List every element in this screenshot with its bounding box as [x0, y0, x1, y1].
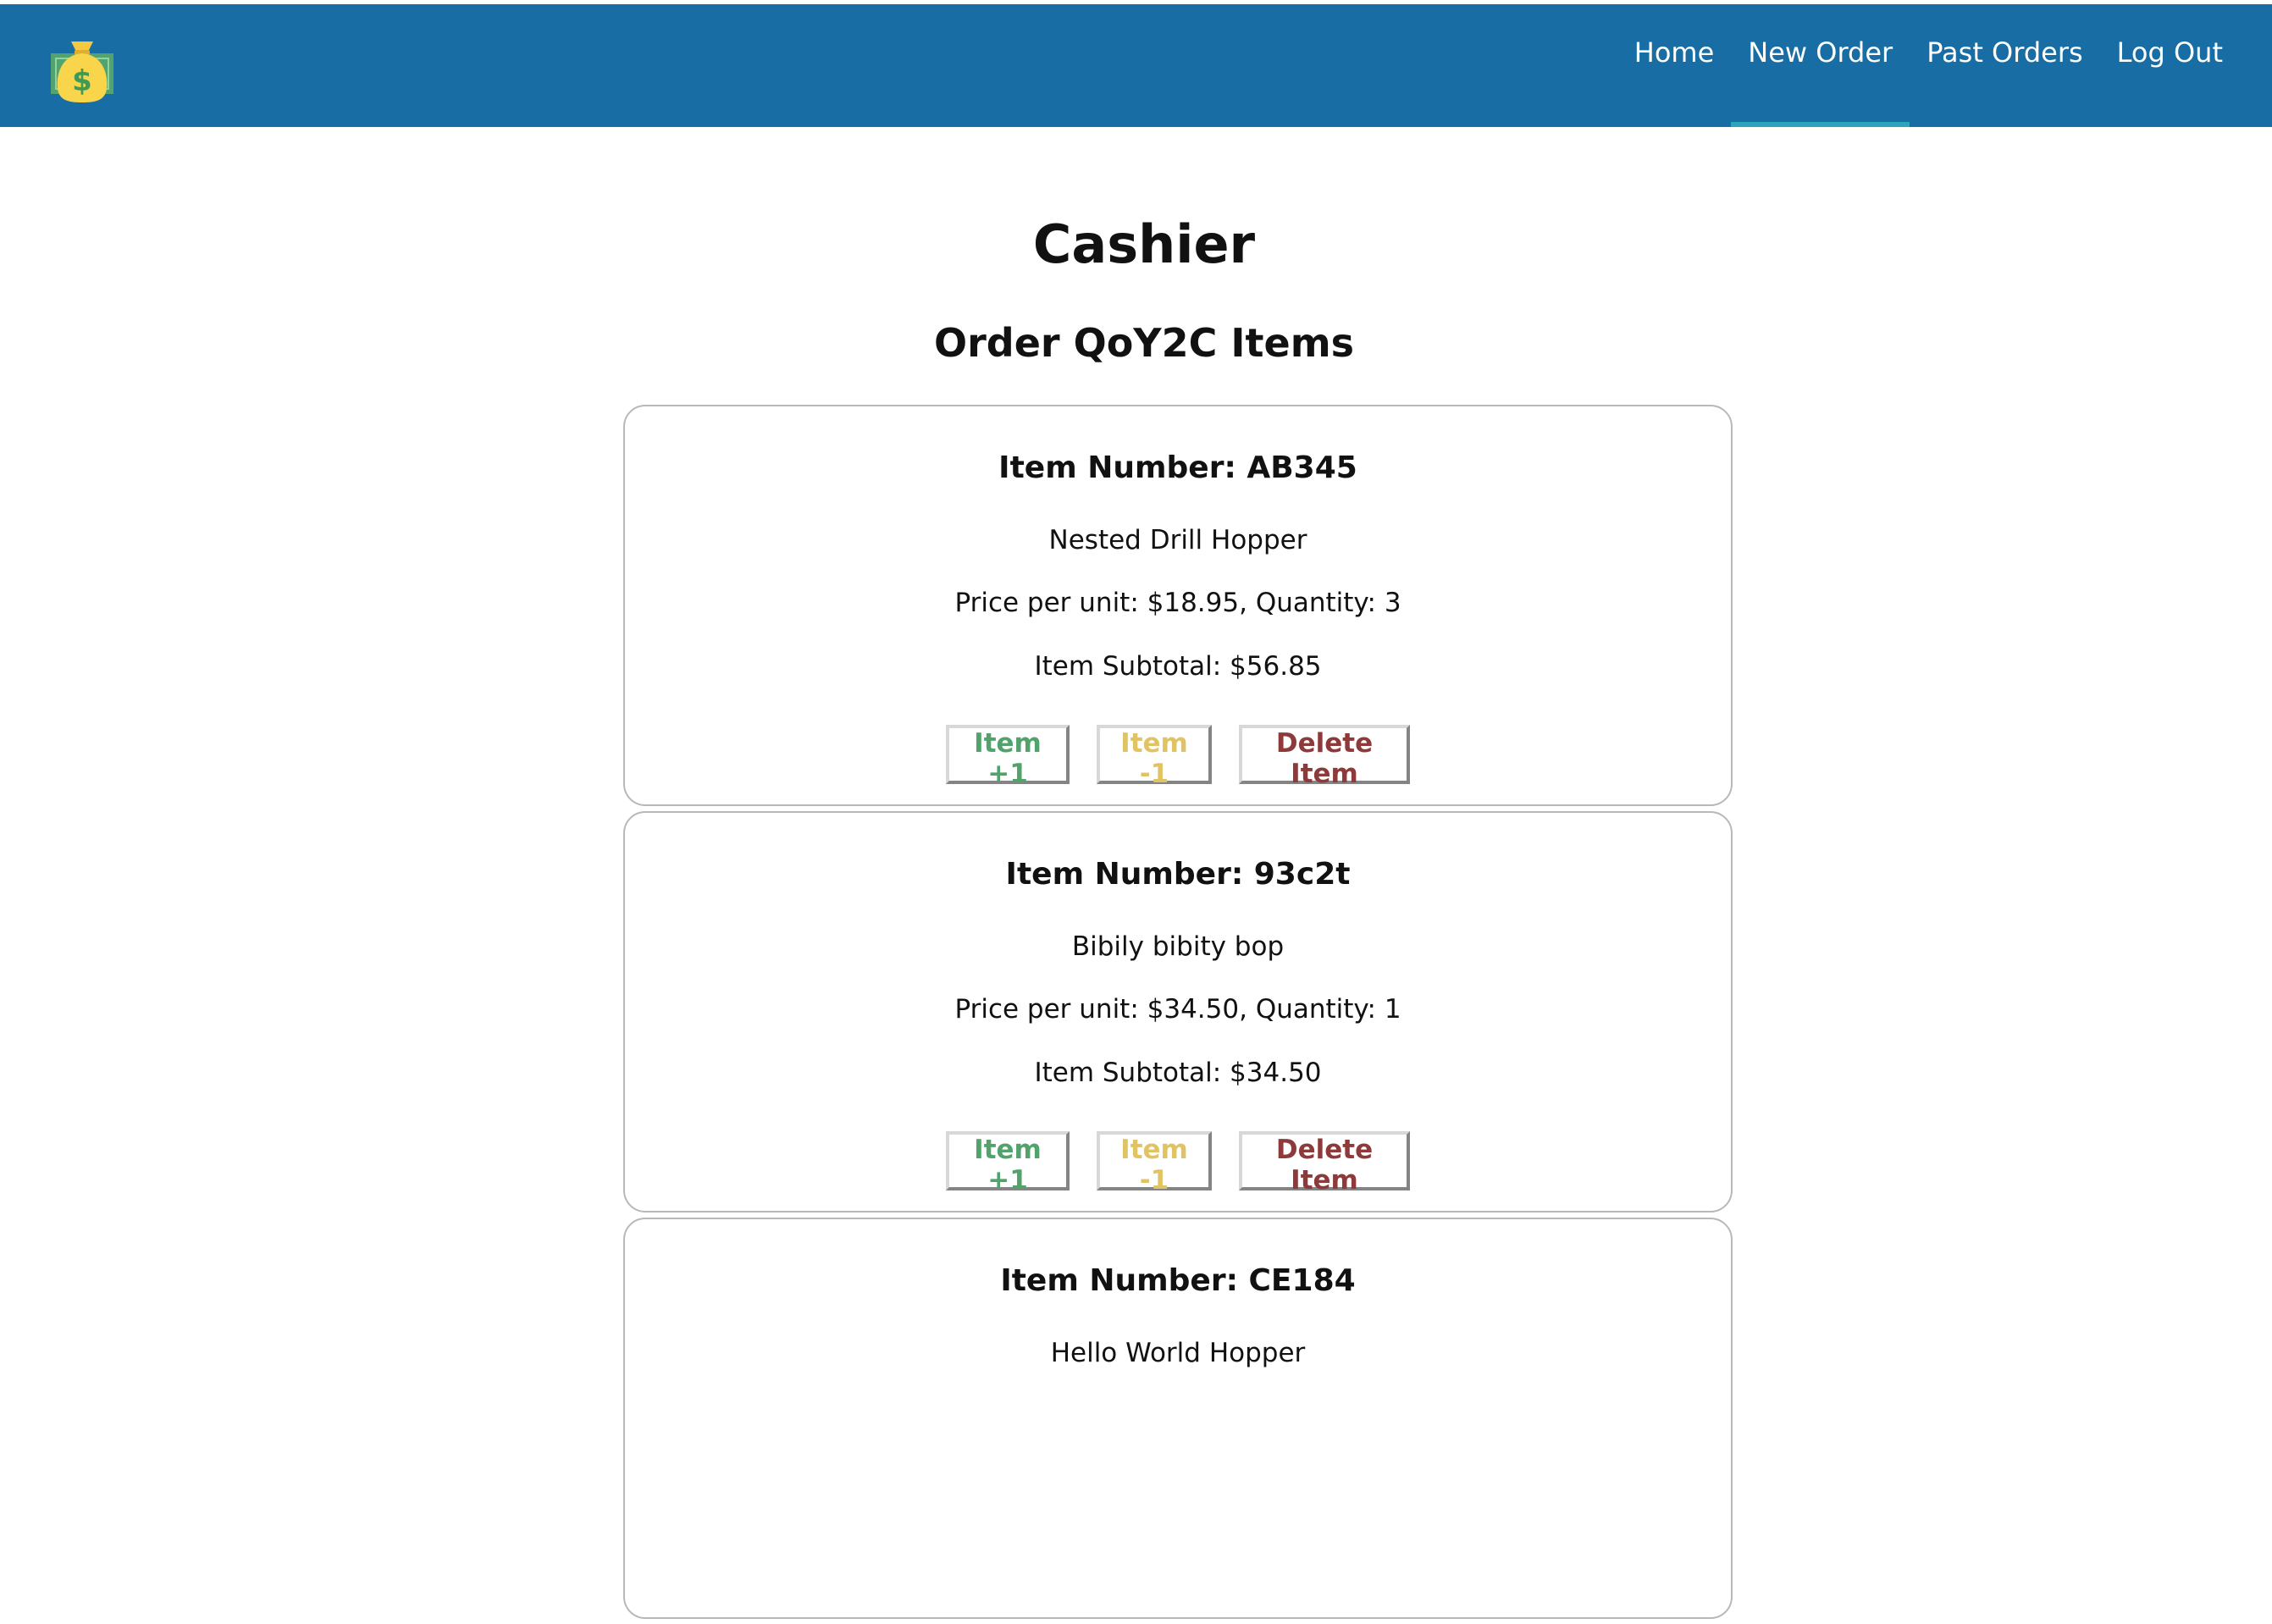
item-card: Item Number: CE184 Hello World Hopper — [623, 1218, 1733, 1619]
item-number: Item Number: 93c2t — [1005, 857, 1351, 892]
item-plus-button[interactable]: Item +1 — [946, 1131, 1070, 1196]
nav-links: Home New Order Past Orders Log Out — [1617, 4, 2240, 127]
item-name: Hello World Hopper — [1050, 1338, 1306, 1368]
item-card: Item Number: AB345 Nested Drill Hopper P… — [623, 405, 1733, 806]
page-title: Cashier — [1032, 213, 1256, 275]
item-subtotal: Item Subtotal: $34.50 — [1034, 1058, 1322, 1088]
item-minus-button[interactable]: Item -1 — [1097, 725, 1212, 789]
item-minus-button[interactable]: Item -1 — [1097, 1131, 1212, 1196]
item-name: Bibily bibity bop — [1071, 931, 1285, 962]
item-name: Nested Drill Hopper — [1048, 525, 1307, 555]
top-navbar: $ Home New Order Past Orders Log Out — [0, 4, 2272, 127]
item-price-quantity: Price per unit: $34.50, Quantity: 1 — [954, 994, 1401, 1025]
nav-past-orders[interactable]: Past Orders — [1910, 4, 2099, 127]
money-bag-icon[interactable]: $ — [49, 36, 115, 104]
nav-log-out[interactable]: Log Out — [2100, 4, 2240, 127]
item-price-quantity: Price per unit: $18.95, Quantity: 3 — [954, 588, 1401, 618]
item-actions: Item +1 Item -1 Delete Item — [625, 725, 1731, 789]
delete-item-button[interactable]: Delete Item — [1239, 1131, 1410, 1196]
order-items-list: Item Number: AB345 Nested Drill Hopper P… — [623, 405, 1733, 1624]
svg-text:$: $ — [72, 64, 92, 98]
item-number: Item Number: AB345 — [998, 450, 1357, 485]
nav-home[interactable]: Home — [1617, 4, 1732, 127]
item-number: Item Number: CE184 — [1000, 1263, 1356, 1298]
order-title: Order QoY2C Items — [933, 320, 1355, 366]
item-plus-button[interactable]: Item +1 — [946, 725, 1070, 789]
item-actions: Item +1 Item -1 Delete Item — [625, 1131, 1731, 1196]
nav-new-order[interactable]: New Order — [1731, 4, 1910, 127]
item-card: Item Number: 93c2t Bibily bibity bop Pri… — [623, 811, 1733, 1212]
item-subtotal: Item Subtotal: $56.85 — [1034, 651, 1322, 682]
delete-item-button[interactable]: Delete Item — [1239, 725, 1410, 789]
